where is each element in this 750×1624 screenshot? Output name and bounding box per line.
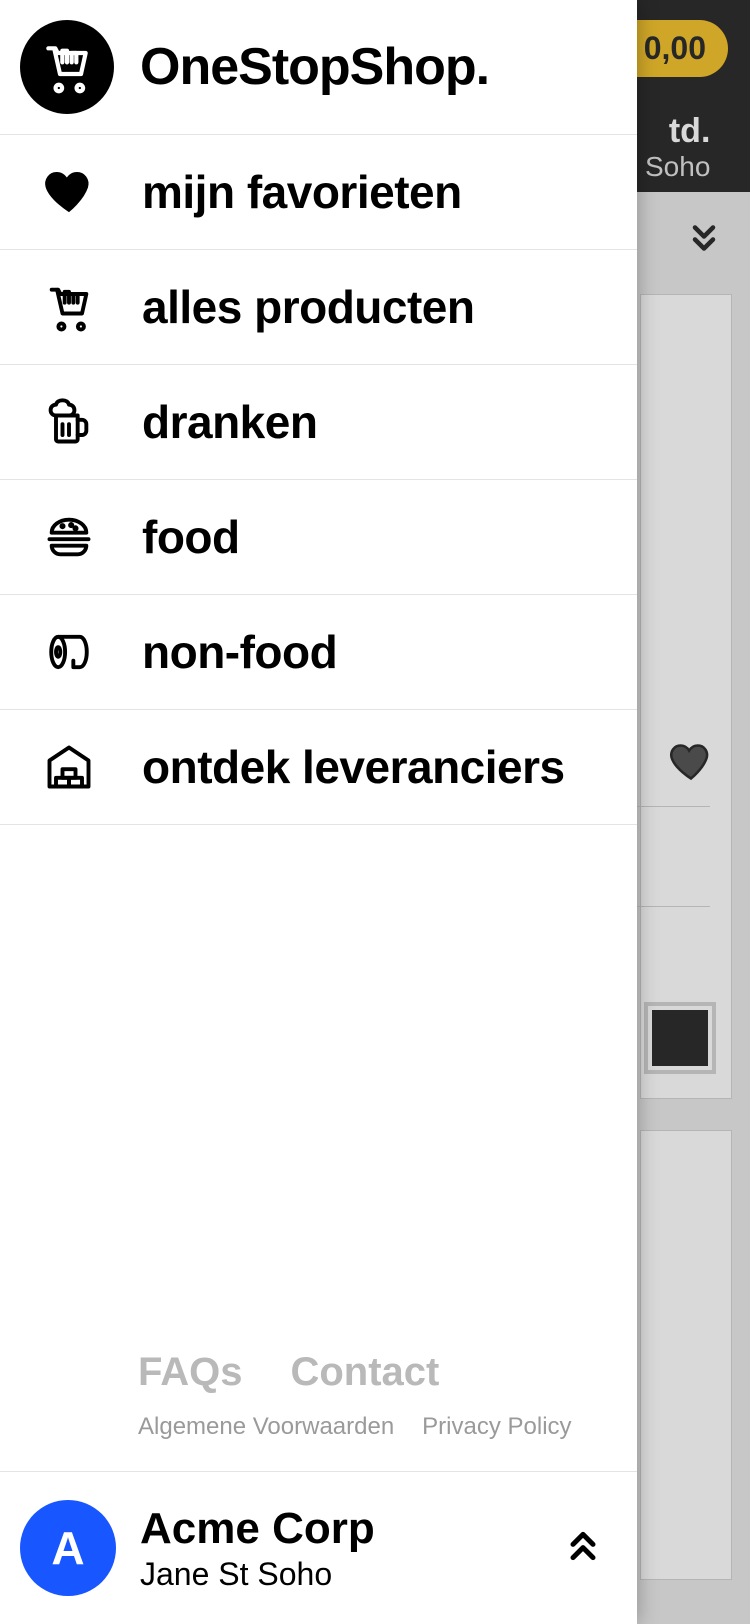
account-location: Jane St Soho [140, 1556, 375, 1593]
nav-item-food[interactable]: food [0, 480, 637, 595]
beer-icon [40, 396, 98, 448]
nav-item-nonfood[interactable]: non-food [0, 595, 637, 710]
cart-logo-icon [39, 39, 95, 95]
drawer-footer-links: FAQs Contact Algemene Voorwaarden Privac… [0, 1350, 637, 1472]
nav-item-label: ontdek leveranciers [142, 740, 565, 794]
contact-link[interactable]: Contact [290, 1350, 439, 1395]
brand-name: OneStopShop. [140, 37, 489, 97]
nav-item-label: food [142, 510, 240, 564]
avatar: A [20, 1500, 116, 1596]
burger-icon [40, 511, 98, 563]
warehouse-icon [40, 741, 98, 793]
drawer-header[interactable]: OneStopShop. [0, 0, 637, 135]
nav-item-all-products[interactable]: alles producten [0, 250, 637, 365]
nav-item-label: non-food [142, 625, 337, 679]
nav-item-label: alles producten [142, 280, 474, 334]
chevrons-up-icon [563, 1522, 615, 1575]
account-name: Acme Corp [140, 1504, 375, 1554]
account-switcher[interactable]: A Acme Corp Jane St Soho [0, 1472, 637, 1624]
navigation-drawer: OneStopShop. mijn favorieten alles produ… [0, 0, 637, 1624]
nav-item-suppliers[interactable]: ontdek leveranciers [0, 710, 637, 825]
cart-icon [40, 281, 98, 333]
privacy-link[interactable]: Privacy Policy [422, 1413, 571, 1441]
nav-item-drinks[interactable]: dranken [0, 365, 637, 480]
nav-item-label: mijn favorieten [142, 165, 462, 219]
account-text: Acme Corp Jane St Soho [140, 1504, 375, 1593]
brand-logo [20, 20, 114, 114]
heart-icon [40, 166, 98, 218]
nav-item-favorites[interactable]: mijn favorieten [0, 135, 637, 250]
nav-item-label: dranken [142, 395, 317, 449]
terms-link[interactable]: Algemene Voorwaarden [138, 1413, 394, 1441]
nav-menu: mijn favorieten alles producten [0, 135, 637, 825]
toilet-roll-icon [40, 626, 98, 678]
faqs-link[interactable]: FAQs [138, 1350, 242, 1395]
